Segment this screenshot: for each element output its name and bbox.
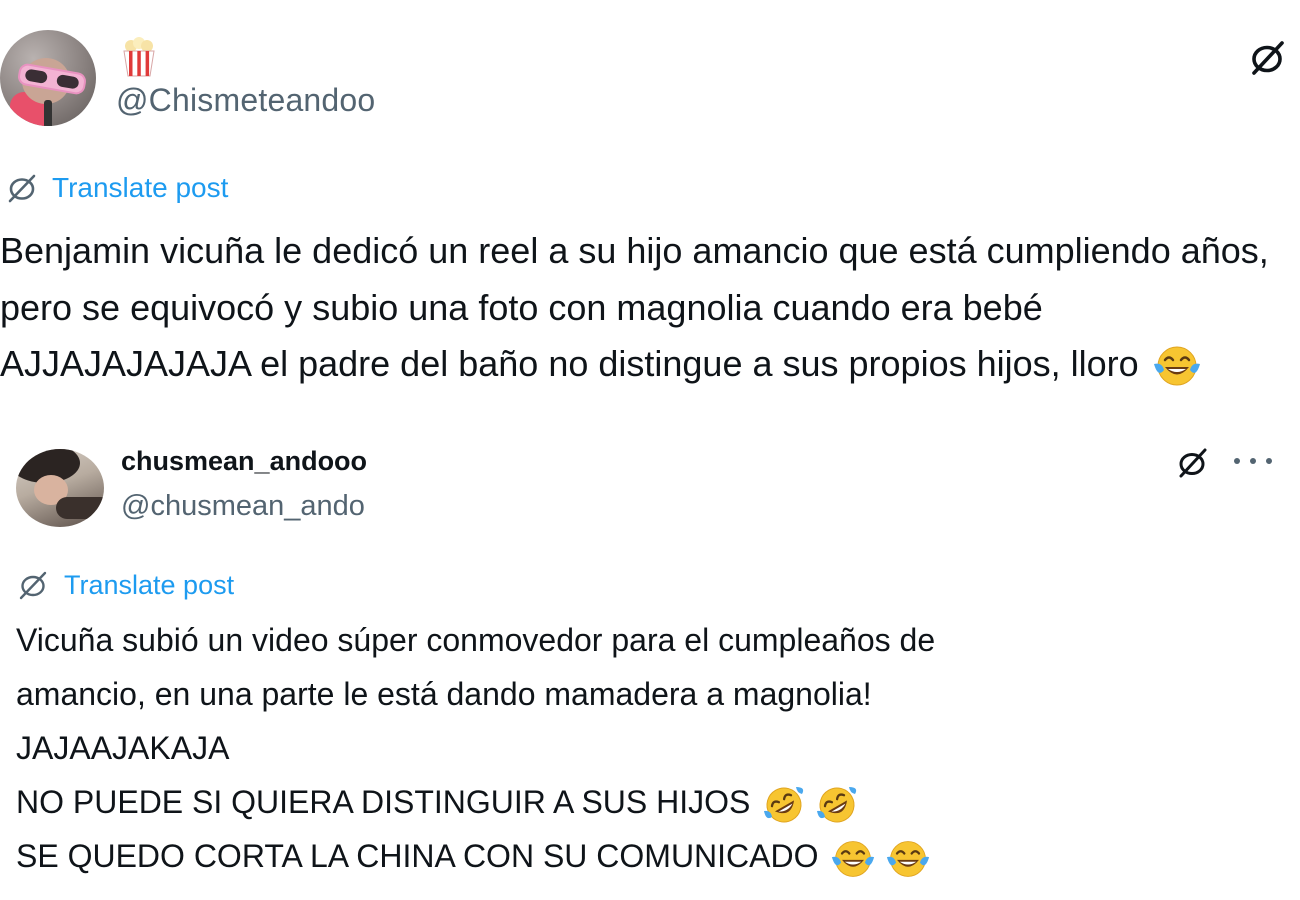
grok-icon[interactable]	[1176, 446, 1210, 480]
post-body: Vicuña subió un video súper conmovedor p…	[16, 613, 1276, 883]
translate-post-label: Translate post	[64, 569, 235, 600]
dot	[1266, 458, 1272, 464]
user-handle[interactable]: @chusmean_ando	[121, 490, 365, 523]
avatar-microphone	[44, 100, 52, 126]
translate-icon	[19, 571, 47, 600]
avatar-arm	[56, 497, 104, 519]
post-line-text: SE QUEDO CORTA LA CHINA CON SU COMUNICAD…	[16, 838, 819, 874]
post-line-text: amancio, en una parte le está dando mama…	[16, 676, 872, 712]
translate-post-link[interactable]: Translate post	[4, 170, 228, 206]
dot	[1234, 458, 1240, 464]
post-body-text: Benjamin vicuña le dedicó un reel a su h…	[0, 230, 1269, 384]
tears-of-joy-emoji	[887, 840, 930, 877]
post-line: NO PUEDE SI QUIERA DISTINGUIR A SUS HIJO…	[16, 775, 1276, 829]
grok-icon[interactable]	[1248, 38, 1288, 78]
rolling-laughing-emoji	[764, 786, 804, 823]
translate-post-label: Translate post	[52, 172, 229, 203]
rolling-laughing-emoji	[817, 786, 857, 823]
post-line-text: NO PUEDE SI QUIERA DISTINGUIR A SUS HIJO…	[16, 784, 751, 820]
post-body: Benjamin vicuña le dedicó un reel a su h…	[0, 223, 1290, 393]
translate-icon	[8, 174, 36, 203]
user-handle[interactable]: @Chismeteandoo	[116, 82, 375, 119]
tears-of-joy-emoji	[1153, 346, 1200, 386]
post-line: SE QUEDO CORTA LA CHINA CON SU COMUNICAD…	[16, 829, 1276, 883]
profile-avatar[interactable]	[16, 449, 104, 527]
post-line: JAJAAJAKAJA	[16, 721, 1276, 775]
post-line-text: JAJAAJAKAJA	[16, 730, 230, 766]
translate-post-link[interactable]: Translate post	[16, 568, 234, 602]
profile-avatar[interactable]	[0, 30, 96, 126]
dot	[1250, 458, 1256, 464]
popcorn-icon	[123, 37, 155, 77]
post-line: Vicuña subió un video súper conmovedor p…	[16, 613, 1276, 667]
post-line: amancio, en una parte le está dando mama…	[16, 667, 1276, 721]
more-options-icon[interactable]	[1234, 446, 1272, 476]
post-line-text: Vicuña subió un video súper conmovedor p…	[16, 622, 936, 658]
display-name[interactable]: chusmean_andooo	[121, 446, 367, 477]
tears-of-joy-emoji	[832, 840, 875, 877]
